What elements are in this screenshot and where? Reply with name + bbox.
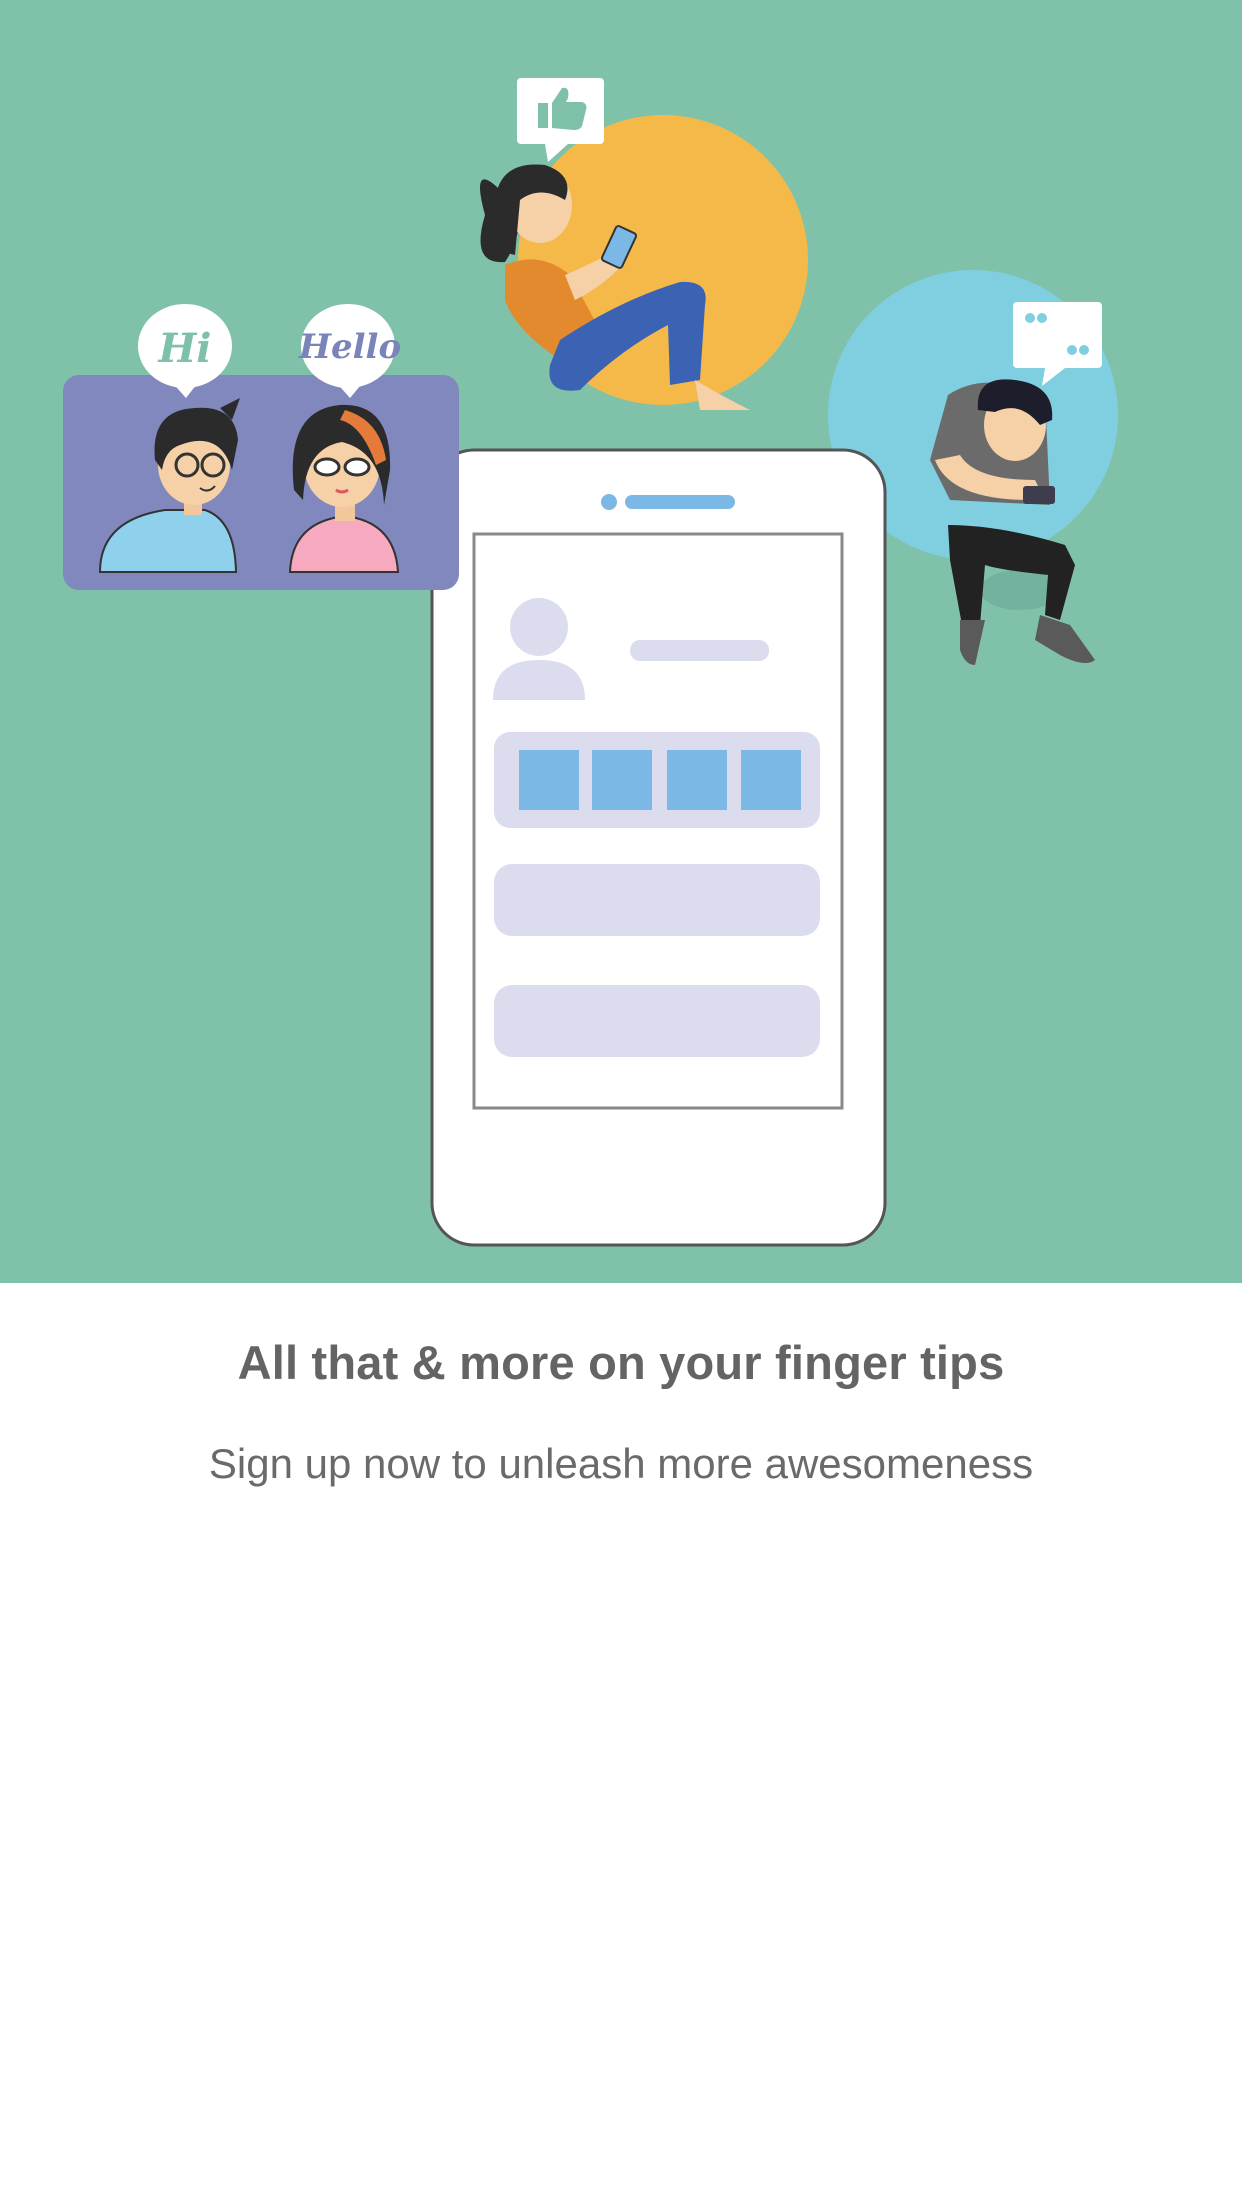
- phone-mockup: [430, 448, 887, 1247]
- tile: [592, 750, 652, 810]
- hero-illustration: Hi Hello: [0, 0, 1242, 1283]
- phone-camera-dot: [601, 494, 617, 510]
- tile: [519, 750, 579, 810]
- hi-text: Hi: [158, 325, 212, 372]
- illustration-svg: Hi Hello: [63, 78, 1118, 1247]
- hello-text: Hello: [298, 327, 401, 367]
- name-placeholder: [630, 640, 769, 661]
- tile: [667, 750, 727, 810]
- phone-speaker: [625, 495, 735, 509]
- page-title: All that & more on your finger tips: [237, 1336, 1005, 1389]
- page-subtitle: Sign up now to unleash more awesomeness: [208, 1440, 1034, 1487]
- onboarding-text-section: All that & more on your finger tips Sign…: [0, 1283, 1242, 2208]
- chat-card: [63, 375, 459, 590]
- tile: [741, 750, 801, 810]
- content-placeholder: [494, 864, 820, 936]
- content-placeholder: [494, 985, 820, 1057]
